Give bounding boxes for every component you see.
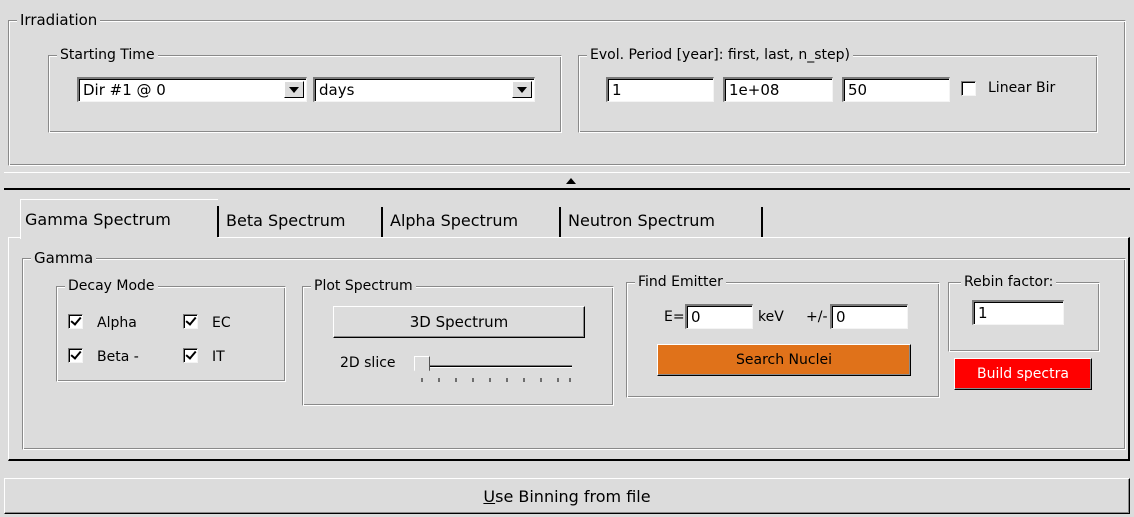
2d-slice-label: 2D slice [340,355,396,371]
collapse-up-icon[interactable] [566,178,576,184]
splitter-bar[interactable] [4,172,1130,190]
evol-nstep-input[interactable]: 50 [842,77,950,102]
tab-separator [381,207,383,237]
tab-separator [761,207,763,237]
tab-alpha-spectrum[interactable]: Alpha Spectrum [386,201,561,239]
slider-ticks [421,378,571,382]
dir-select[interactable]: Dir #1 @ 0 [77,77,307,102]
tab-separator [559,207,561,237]
unit-select-dropdown-button[interactable] [512,81,532,98]
dir-select-dropdown-button[interactable] [284,81,304,98]
tab-separator [217,206,219,237]
3d-spectrum-button[interactable]: 3D Spectrum [333,306,585,338]
it-label: IT [212,349,225,365]
find-emitter-title: Find Emitter [635,272,726,292]
use-binning-button[interactable]: Use Binning from file [4,478,1130,514]
tab-alpha-spectrum-label: Alpha Spectrum [390,210,519,230]
alpha-label: Alpha [97,315,137,331]
gamma-title: Gamma [31,248,97,268]
plot-spectrum-group: Plot Spectrum [302,276,614,406]
energy-label: E= [664,309,685,325]
evol-last-input[interactable]: 1e+08 [723,77,833,102]
kev-unit-label: keV [758,309,784,325]
beta-minus-label: Beta - [97,349,139,365]
tab-gamma-spectrum-label: Gamma Spectrum [25,210,171,229]
linear-bin-checkbox[interactable] [961,81,976,96]
tab-beta-spectrum[interactable]: Beta Spectrum [222,201,383,239]
it-checkbox[interactable] [183,348,198,363]
tab-neutron-spectrum[interactable]: Neutron Spectrum [564,201,763,239]
search-nuclei-button[interactable]: Search Nuclei [657,344,911,376]
beta-minus-checkbox[interactable] [68,348,83,363]
irradiation-title: Irradiation [17,10,101,30]
unit-select[interactable]: days [313,77,535,102]
use-binning-label: se Binning from file [495,486,651,506]
plus-minus-label: +/- [806,309,828,325]
ec-checkbox[interactable] [183,314,198,329]
tab-neutron-spectrum-label: Neutron Spectrum [568,210,715,230]
rebin-input[interactable]: 1 [972,300,1064,325]
alpha-checkbox[interactable] [68,314,83,329]
find-emitter-group: Find Emitter [626,272,940,398]
2d-slice-slider[interactable] [410,352,576,386]
starting-time-title: Starting Time [57,45,158,65]
use-binning-mnemonic: U [483,486,496,506]
decay-mode-group: Decay Mode [56,276,286,382]
tab-gamma-spectrum[interactable]: Gamma Spectrum [20,199,219,239]
rebin-title: Rebin factor: [961,272,1057,292]
plot-spectrum-title: Plot Spectrum [311,276,416,296]
dir-select-value: Dir #1 @ 0 [83,81,166,99]
ec-label: EC [212,315,231,331]
evol-first-input[interactable]: 1 [606,77,714,102]
unit-select-value: days [319,81,355,99]
chevron-down-icon [517,86,527,93]
linear-bin-label: Linear Bir [988,80,1056,96]
evol-period-title: Evol. Period [year]: first, last, n_step… [587,45,853,65]
tab-beta-spectrum-label: Beta Spectrum [226,210,346,230]
energy-input[interactable]: 0 [685,304,753,329]
build-spectra-button[interactable]: Build spectra [954,358,1092,390]
tolerance-input[interactable]: 0 [830,304,908,329]
chevron-down-icon [289,86,299,93]
decay-mode-title: Decay Mode [65,276,158,296]
